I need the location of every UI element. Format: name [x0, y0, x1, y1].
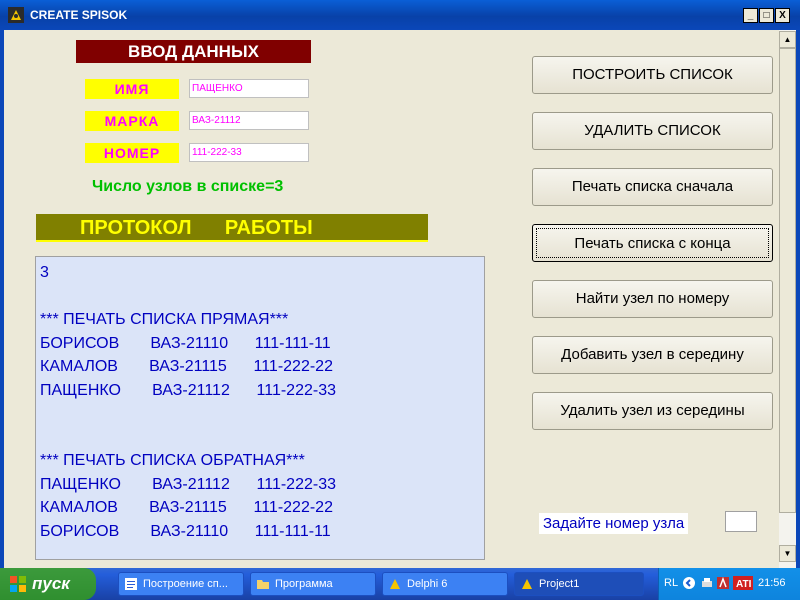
delphi-icon [522, 579, 532, 589]
number-field[interactable]: 111-222-33 [189, 143, 309, 162]
taskbar-item-label: Delphi 6 [407, 578, 448, 590]
printer-tray-icon[interactable] [700, 576, 714, 590]
log-line: *** ПЕЧАТЬ СПИСКА ОБРАТНАЯ*** [40, 452, 305, 469]
log-line: БОРИСОВ ВАЗ-21110 111-111-11 [40, 522, 331, 540]
taskbar-item-folder[interactable]: Программа [250, 572, 376, 596]
scroll-up-arrow-icon[interactable]: ▲ [779, 31, 796, 48]
ati-tray-icon[interactable]: ATI [733, 576, 753, 590]
brand-field[interactable]: ВАЗ-21112 [189, 111, 309, 130]
log-line: ПАЩЕНКО ВАЗ-21112 111-222-33 [40, 381, 336, 399]
find-node-button[interactable]: Найти узел по номеру [532, 280, 773, 318]
input-section-header: ВВОД ДАННЫХ [76, 40, 311, 63]
start-label: пуск [32, 574, 70, 593]
close-button[interactable]: X [775, 8, 790, 23]
language-indicator[interactable]: RL [664, 577, 678, 589]
window-title: CREATE SPISOK [30, 8, 128, 22]
svg-text:ATI: ATI [736, 579, 752, 590]
taskbar-item-document[interactable]: Построение сп... [118, 572, 244, 596]
protocol-header: ПРОТОКОЛ РАБОТЫ [36, 214, 428, 242]
word-icon [125, 578, 137, 590]
minimize-button[interactable]: _ [743, 8, 758, 23]
window-frame-right [796, 30, 800, 568]
node-number-prompt: Задайте номер узла [539, 513, 689, 534]
maximize-button[interactable]: □ [759, 8, 774, 23]
tray-expand-icon[interactable] [682, 576, 696, 590]
print-backward-button[interactable]: Печать списка с конца [532, 224, 773, 262]
taskbar-item-label: Программа [275, 578, 333, 590]
brand-label: МАРКА [85, 111, 179, 131]
number-label: НОМЕР [85, 143, 179, 163]
log-memo[interactable]: 3 *** ПЕЧАТЬ СПИСКА ПРЯМАЯ*** БОРИСОВ ВАЗ… [35, 256, 485, 560]
taskbar-item-project[interactable]: Project1 [514, 572, 644, 596]
windows-logo-icon [10, 576, 26, 592]
add-node-middle-button[interactable]: Добавить узел в середину [532, 336, 773, 374]
start-button[interactable]: пуск [0, 568, 96, 600]
delete-list-button[interactable]: УДАЛИТЬ СПИСОК [532, 112, 773, 150]
print-forward-button[interactable]: Печать списка сначала [532, 168, 773, 206]
log-line: БОРИСОВ ВАЗ-21110 111-111-11 [40, 334, 331, 352]
log-line: КАМАЛОВ ВАЗ-21115 111-222-22 [40, 499, 333, 516]
app-tray-icon[interactable] [716, 576, 730, 590]
delphi-app-icon [8, 7, 24, 23]
taskbar-item-label: Построение сп... [143, 578, 228, 590]
log-line: 3 [40, 264, 49, 281]
scroll-down-arrow-icon[interactable]: ▼ [779, 545, 796, 562]
folder-icon [257, 580, 269, 589]
log-line: ПАЩЕНКО ВАЗ-21112 111-222-33 [40, 475, 336, 493]
delphi-icon [390, 579, 400, 589]
delete-node-middle-button[interactable]: Удалить узел из середины [532, 392, 773, 430]
build-list-button[interactable]: ПОСТРОИТЬ СПИСОК [532, 56, 773, 94]
log-line: КАМАЛОВ ВАЗ-21115 111-222-22 [40, 358, 333, 375]
name-label: ИМЯ [85, 79, 179, 99]
taskbar-item-delphi[interactable]: Delphi 6 [382, 572, 508, 596]
taskbar-item-label: Project1 [539, 578, 580, 590]
node-count-label: Число узлов в списке=3 [92, 178, 284, 195]
name-field[interactable]: ПАЩЕНКО [189, 79, 309, 98]
protocol-title: ПРОТОКОЛ РАБОТЫ [80, 217, 313, 239]
clock: 21:56 [758, 577, 786, 589]
print-backward-label: Печать списка с конца [536, 228, 769, 258]
node-number-input[interactable] [725, 511, 757, 532]
scrollbar-thumb[interactable] [779, 48, 796, 513]
log-line: *** ПЕЧАТЬ СПИСКА ПРЯМАЯ*** [40, 311, 289, 328]
